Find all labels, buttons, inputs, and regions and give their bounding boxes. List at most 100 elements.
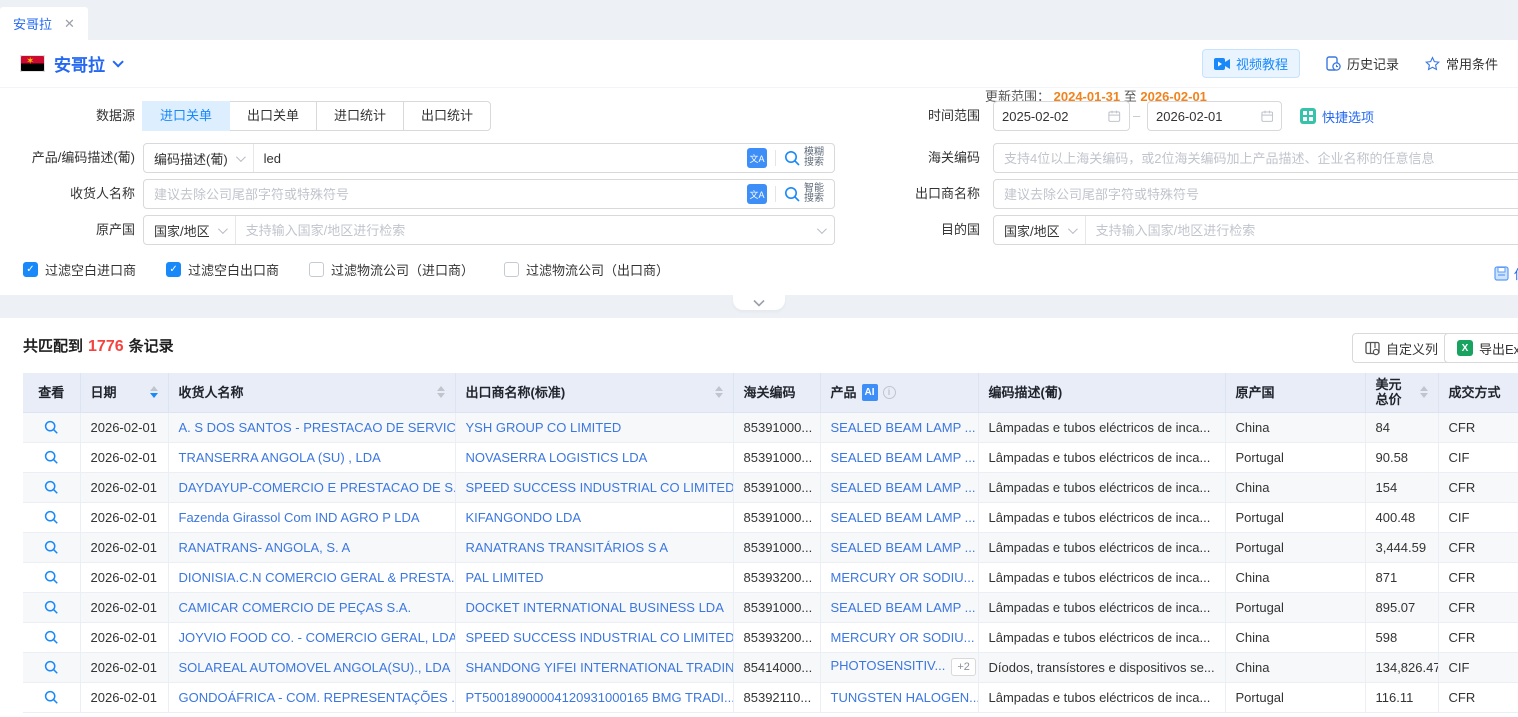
date-from-input[interactable] — [1002, 109, 1108, 124]
view-search-icon[interactable] — [44, 630, 59, 645]
description-cell: Díodos, transístores e dispositivos se..… — [978, 652, 1225, 682]
filter-checkbox[interactable]: 过滤物流公司（进口商） — [309, 260, 474, 279]
header-exporter[interactable]: 出口商名称(标准) — [455, 373, 733, 412]
destination-country-select[interactable]: 国家/地区 — [994, 216, 1086, 244]
exporter-link[interactable]: SPEED SUCCESS INDUSTRIAL CO LIMITED — [466, 480, 734, 495]
date-from-field[interactable] — [993, 101, 1130, 131]
datasource-tab[interactable]: 进口统计 — [316, 101, 404, 131]
chevron-down-icon — [753, 299, 765, 307]
datasource-tab[interactable]: 出口统计 — [403, 101, 491, 131]
fuzzy-search-button[interactable]: 模糊搜索 — [784, 148, 834, 168]
view-search-icon[interactable] — [44, 660, 59, 675]
view-search-icon[interactable] — [44, 600, 59, 615]
smart-search-button[interactable]: 智能搜索 — [784, 184, 834, 204]
export-excel-button[interactable]: X 导出Exc — [1444, 333, 1518, 363]
country-name[interactable]: 安哥拉 — [54, 51, 105, 76]
sort-icons[interactable] — [1420, 386, 1428, 398]
more-products-badge[interactable]: +2 — [951, 658, 976, 676]
save-conditions-button[interactable]: 保 — [1494, 264, 1518, 283]
product-link[interactable]: SEALED BEAM LAMP ... — [831, 480, 976, 495]
exporter-link[interactable]: RANATRANS TRANSITÁRIOS S A — [466, 540, 669, 555]
consignee-link[interactable]: SOLAREAL AUTOMOVEL ANGOLA(SU)., LDA — [179, 660, 451, 675]
origin-country-select[interactable]: 国家/地区 — [144, 216, 236, 244]
filter-checkbox[interactable]: 过滤空白出口商 — [166, 260, 279, 279]
exporter-link[interactable]: SPEED SUCCESS INDUSTRIAL CO LIMITED — [466, 630, 734, 645]
view-search-icon[interactable] — [44, 690, 59, 705]
consignee-link[interactable]: A. S DOS SANTOS - PRESTACAO DE SERVIC... — [179, 420, 456, 435]
save-icon — [1494, 266, 1509, 281]
consignee-link[interactable]: GONDOÁFRICA - COM. REPRESENTAÇÕES ... — [179, 690, 456, 705]
consignee-input[interactable] — [144, 187, 747, 202]
checkbox[interactable] — [23, 262, 38, 277]
tab-angola[interactable]: 安哥拉 ✕ — [0, 7, 88, 40]
destination-country-input[interactable] — [1086, 223, 1518, 238]
collapse-filter-button[interactable] — [733, 295, 785, 310]
exporter-link[interactable]: PT50018900004120931000165 BMG TRADI... — [466, 690, 734, 705]
exporter-input[interactable] — [994, 187, 1518, 202]
filter-checkbox[interactable]: 过滤物流公司（出口商） — [504, 260, 669, 279]
checkbox[interactable] — [166, 262, 181, 277]
product-link[interactable]: MERCURY OR SODIU... — [831, 630, 975, 645]
product-link[interactable]: SEALED BEAM LAMP ... — [831, 510, 976, 525]
consignee-link[interactable]: JOYVIO FOOD CO. - COMERCIO GERAL, LDA — [179, 630, 456, 645]
product-link[interactable]: MERCURY OR SODIU... — [831, 570, 975, 585]
angola-flag-icon — [20, 55, 45, 72]
customize-columns-button[interactable]: 自定义列 — [1352, 333, 1451, 363]
header-date[interactable]: 日期 — [80, 373, 168, 412]
product-search-input[interactable] — [254, 151, 747, 166]
exporter-link[interactable]: SHANDONG YIFEI INTERNATIONAL TRADIN... — [466, 660, 734, 675]
product-link[interactable]: SEALED BEAM LAMP ... — [831, 600, 976, 615]
filter-checkbox[interactable]: 过滤空白进口商 — [23, 260, 136, 279]
view-search-icon[interactable] — [44, 510, 59, 525]
header-consignee[interactable]: 收货人名称 — [168, 373, 455, 412]
sort-icons[interactable] — [150, 386, 158, 398]
exporter-link[interactable]: NOVASERRA LOGISTICS LDA — [466, 450, 648, 465]
product-link[interactable]: SEALED BEAM LAMP ... — [831, 540, 976, 555]
datasource-tab[interactable]: 进口关单 — [142, 101, 230, 131]
sort-icons[interactable] — [437, 386, 445, 398]
product-field-select[interactable]: 编码描述(葡) — [144, 144, 254, 172]
product-cell: SEALED BEAM LAMP ... — [820, 442, 978, 472]
view-search-icon[interactable] — [44, 450, 59, 465]
product-link[interactable]: PHOTOSENSITIV... — [831, 658, 946, 673]
consignee-link[interactable]: DAYDAYUP-COMERCIO E PRESTACAO DE S... — [179, 480, 456, 495]
checkbox[interactable] — [504, 262, 519, 277]
date-to-field[interactable] — [1147, 101, 1282, 131]
consignee-link[interactable]: Fazenda Girassol Com IND AGRO P LDA — [179, 510, 420, 525]
history-button[interactable]: 历史记录 — [1326, 54, 1399, 73]
consignee-link[interactable]: RANATRANS- ANGOLA, S. A — [179, 540, 351, 555]
product-label: 产品/编码描述(葡) — [10, 143, 135, 173]
destination-country-label: 目的国 — [900, 215, 980, 245]
product-link[interactable]: TUNGSTEN HALOGEN... — [831, 690, 979, 705]
consignee-link[interactable]: DIONISIA.C.N COMERCIO GERAL & PRESTA... — [179, 570, 456, 585]
translate-icon[interactable]: 文A — [747, 148, 767, 168]
translate-icon[interactable]: 文A — [747, 184, 767, 204]
view-search-icon[interactable] — [44, 570, 59, 585]
exporter-link[interactable]: DOCKET INTERNATIONAL BUSINESS LDA — [466, 600, 724, 615]
quick-options-link[interactable]: 快捷选项 — [1300, 101, 1374, 131]
sort-icons[interactable] — [715, 386, 723, 398]
view-search-icon[interactable] — [44, 540, 59, 555]
view-search-icon[interactable] — [44, 420, 59, 435]
hs-code-input[interactable] — [994, 151, 1518, 166]
exporter-link[interactable]: PAL LIMITED — [466, 570, 544, 585]
chevron-down-icon[interactable] — [112, 56, 123, 67]
product-link[interactable]: SEALED BEAM LAMP ... — [831, 450, 976, 465]
date-to-input[interactable] — [1156, 109, 1261, 124]
checkbox[interactable] — [309, 262, 324, 277]
exporter-link[interactable]: YSH GROUP CO LIMITED — [466, 420, 622, 435]
consignee-link[interactable]: TRANSERRA ANGOLA (SU) , LDA — [179, 450, 381, 465]
header-amount[interactable]: 美元总价 — [1365, 373, 1438, 412]
calendar-icon — [1261, 109, 1274, 123]
checkbox-label: 过滤空白出口商 — [188, 260, 279, 279]
info-icon[interactable]: i — [883, 386, 896, 399]
product-link[interactable]: SEALED BEAM LAMP ... — [831, 420, 976, 435]
origin-country-input[interactable] — [236, 223, 817, 238]
favorites-button[interactable]: 常用条件 — [1425, 54, 1498, 73]
view-search-icon[interactable] — [44, 480, 59, 495]
close-icon[interactable]: ✕ — [64, 16, 75, 32]
exporter-link[interactable]: KIFANGONDO LDA — [466, 510, 582, 525]
video-tutorial-button[interactable]: 视频教程 — [1202, 49, 1300, 78]
datasource-tab[interactable]: 出口关单 — [229, 101, 317, 131]
consignee-link[interactable]: CAMICAR COMERCIO DE PEÇAS S.A. — [179, 600, 412, 615]
